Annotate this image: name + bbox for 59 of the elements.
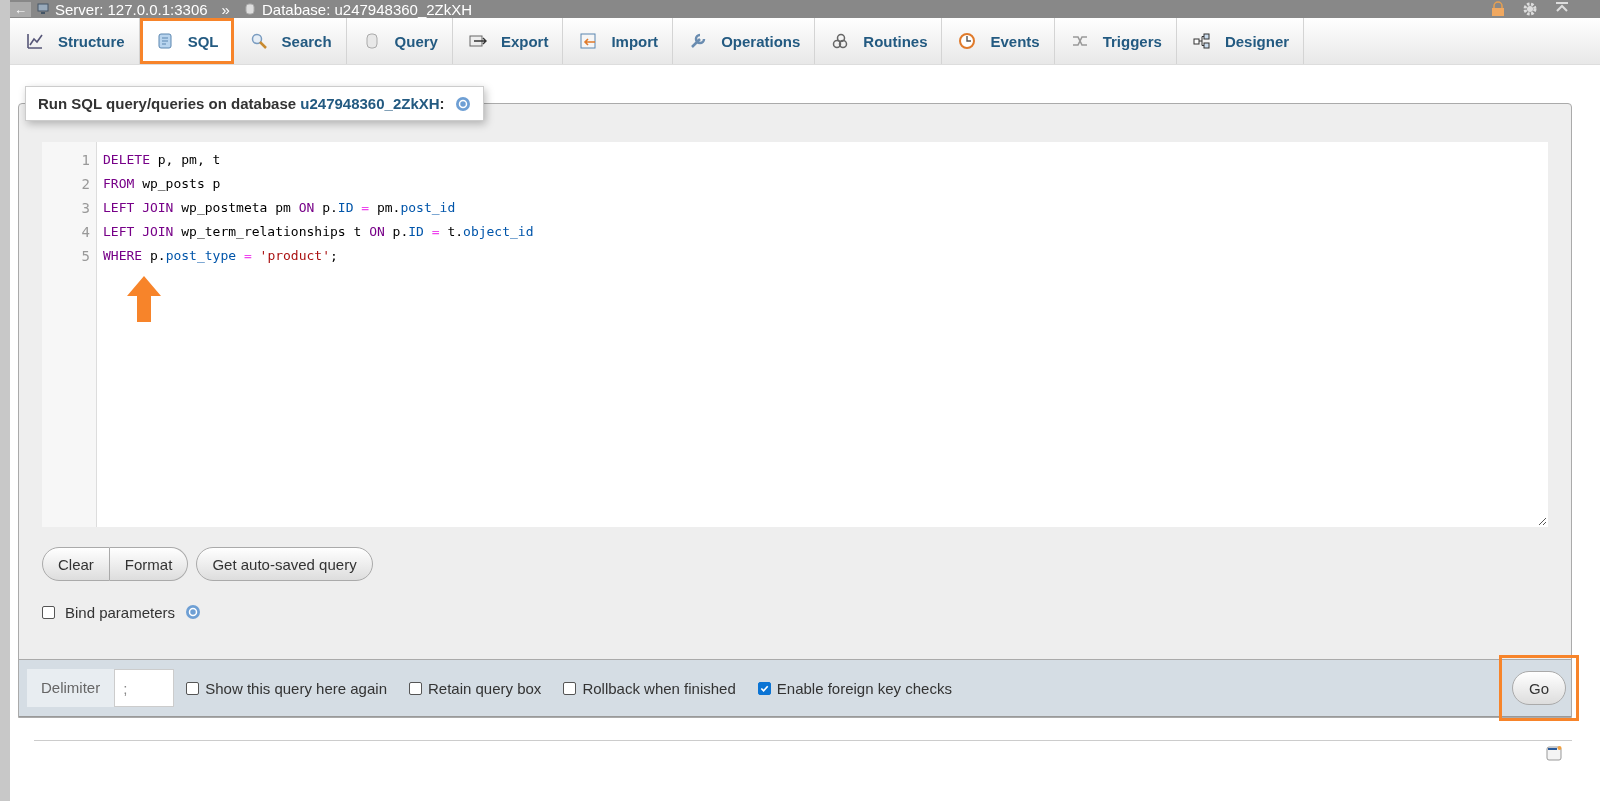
settings-icon[interactable]: [1522, 1, 1538, 17]
line-number: 1: [80, 151, 91, 170]
checkbox[interactable]: [42, 605, 55, 619]
console-icon[interactable]: [1546, 745, 1562, 761]
search-icon: [249, 32, 268, 50]
go-button[interactable]: Go: [1512, 671, 1566, 705]
sql-editor[interactable]: 1 2 3 4 5 DELETE p, pm, t FROM wp_posts p LEFT JOIN wp_postmeta pm ON p.ID = pm.post_id LEFT JOIN wp_term_relationships t ON p.ID = t.object_id WHERE p.post_type = 'product';: [42, 142, 1548, 527]
import-icon: [579, 32, 598, 50]
tab[interactable]: Query: [346, 18, 453, 64]
tab[interactable]: Designer: [1176, 18, 1305, 64]
resize-handle-icon[interactable]: [1538, 517, 1546, 525]
database-icon: [243, 3, 256, 15]
server-link[interactable]: Server: 127.0.0.1:3306: [55, 0, 208, 18]
checkbox[interactable]: [757, 681, 771, 695]
code-line: WHERE p.post_type = 'product';: [103, 247, 339, 265]
help-icon[interactable]: [185, 604, 202, 620]
tab[interactable]: Events: [942, 18, 1055, 64]
option-label: Retain query box: [427, 679, 542, 697]
tab[interactable]: Structure: [10, 18, 140, 64]
code-line: FROM wp_posts p: [103, 175, 222, 193]
diagram-icon: [1192, 32, 1211, 50]
pointer-arrow: [127, 276, 161, 322]
tab[interactable]: Routines: [815, 18, 943, 64]
editor-button[interactable]: Clear: [42, 547, 110, 581]
database-link[interactable]: Database: u247948360_2ZkXH: [261, 0, 473, 18]
line-number: 5: [80, 247, 91, 266]
wrench-icon: [689, 32, 708, 50]
checkbox[interactable]: [408, 681, 422, 695]
option-label: Enable foreign key checks: [776, 679, 952, 697]
tab[interactable]: Operations: [673, 18, 816, 64]
code-line: LEFT JOIN wp_term_relationships t ON p.ID = t.object_id: [103, 223, 535, 241]
tab[interactable]: Search: [233, 18, 347, 64]
checkbox[interactable]: [563, 681, 577, 695]
editor-button[interactable]: Format: [109, 547, 189, 581]
option-label: Rollback when finished: [582, 679, 736, 697]
clock-icon: [958, 32, 977, 50]
line-number: 2: [80, 175, 91, 194]
legend-text: Run SQL query/queries on database u247948360_2ZkXH:: [38, 95, 445, 112]
option-label: Show this query here again: [205, 679, 387, 697]
chart-icon: [26, 32, 44, 50]
code-line: DELETE p, pm, t: [103, 151, 222, 169]
tab[interactable]: Import: [563, 18, 674, 64]
checkbox[interactable]: [186, 681, 200, 695]
export-icon: [468, 32, 487, 50]
monitor-icon: [37, 3, 49, 15]
gears-icon: [831, 32, 850, 50]
code-line: LEFT JOIN wp_postmeta pm ON p.ID = pm.post_id: [103, 199, 457, 217]
delimiter-field[interactable]: ;: [114, 669, 175, 707]
tab[interactable]: Export: [452, 18, 564, 64]
document-icon: [155, 32, 174, 50]
line-number: 3: [80, 199, 91, 218]
help-icon[interactable]: [454, 95, 471, 112]
tab[interactable]: Triggers: [1054, 18, 1177, 64]
bind-parameters-label: Bind parameters: [65, 603, 176, 621]
line-number: 4: [80, 223, 91, 242]
autosave-button[interactable]: Get auto-saved query: [196, 547, 373, 581]
tab[interactable]: SQL: [139, 18, 234, 64]
delimiter-label: Delimiter: [27, 669, 115, 707]
breadcrumb-separator: »: [221, 0, 230, 18]
